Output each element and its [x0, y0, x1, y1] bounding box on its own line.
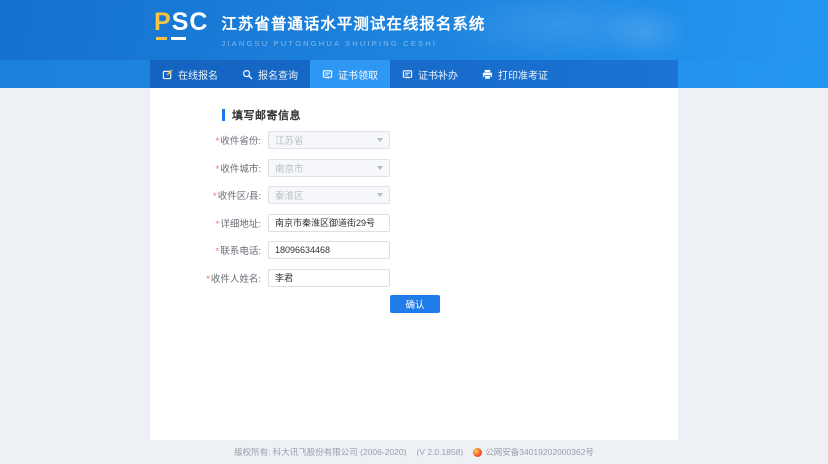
tab-label: 证书领取 — [338, 67, 378, 82]
field-label: *收件人姓名: — [150, 271, 268, 285]
header: PSC 江苏省普通话水平测试在线报名系统 JIANGSU PUTONGHUA S… — [0, 0, 828, 60]
search-icon — [242, 69, 253, 80]
psc-logo: PSC — [154, 9, 208, 40]
field-label: *收件区/县: — [150, 188, 268, 202]
chevron-down-icon — [377, 138, 383, 142]
district-select-value: 秦淮区 — [275, 188, 304, 202]
required-asterisk: * — [213, 191, 217, 202]
required-asterisk: * — [216, 246, 220, 257]
certificate-icon — [322, 69, 333, 80]
field-label: *收件省份: — [150, 133, 268, 147]
world-map-decoration-2 — [600, 5, 690, 60]
tab-certificate-reissue[interactable]: 证书补办 — [390, 60, 470, 88]
field-label: *收件城市: — [150, 161, 268, 175]
nav-band: 在线报名 报名查询 证 — [150, 60, 678, 88]
version-text: (V 2.0.1858) — [416, 447, 463, 457]
tab-certificate-collection[interactable]: 证书领取 — [310, 60, 390, 88]
content-card: 填写邮寄信息 *收件省份: 江苏省 *收件城市: 南京市 *收件区/县: — [150, 88, 678, 440]
required-asterisk: * — [216, 164, 220, 175]
required-asterisk: * — [216, 136, 220, 147]
printer-icon — [482, 69, 493, 80]
brand: PSC 江苏省普通话水平测试在线报名系统 JIANGSU PUTONGHUA S… — [154, 9, 485, 48]
public-security-badge-icon — [473, 448, 482, 457]
form-row-phone: *联系电话: — [150, 241, 678, 259]
edit-icon — [162, 69, 173, 80]
required-asterisk: * — [206, 274, 210, 285]
tab-online-registration[interactable]: 在线报名 — [150, 60, 230, 88]
beian-link[interactable]: 公网安备34019202000362号 — [473, 446, 594, 458]
contact-phone-input[interactable] — [268, 241, 390, 259]
logo-text: PSC — [154, 9, 208, 35]
tab-label: 报名查询 — [258, 67, 298, 82]
tab-label: 打印准考证 — [498, 67, 548, 82]
field-label: *详细地址: — [150, 216, 268, 230]
form-row-recipient-name: *收件人姓名: — [150, 269, 678, 287]
app-window: PSC 江苏省普通话水平测试在线报名系统 JIANGSU PUTONGHUA S… — [0, 0, 828, 464]
logo-letters-sc: SC — [172, 8, 209, 36]
form-row-province: *收件省份: 江苏省 — [150, 131, 678, 149]
form-row-district: *收件区/县: 秦淮区 — [150, 186, 678, 204]
certificate-reissue-icon — [402, 69, 413, 80]
form-row-city: *收件城市: 南京市 — [150, 159, 678, 177]
tab-label: 在线报名 — [178, 67, 218, 82]
footer: 版权所有: 科大讯飞股份有限公司 (2006-2020) (V 2.0.1858… — [0, 440, 828, 464]
recipient-name-input[interactable] — [268, 269, 390, 287]
section-accent-bar — [222, 109, 225, 121]
logo-letter-p: P — [154, 8, 172, 36]
chevron-down-icon — [377, 193, 383, 197]
site-subtitle: JIANGSU PUTONGHUA SHUIPING CESHI — [221, 39, 485, 48]
section-header: 填写邮寄信息 — [222, 107, 301, 123]
site-title: 江苏省普通话水平测试在线报名系统 — [221, 12, 485, 34]
logo-underline-white — [171, 37, 186, 40]
city-select-value: 南京市 — [275, 161, 304, 175]
logo-underline-yellow — [156, 37, 167, 40]
section-title: 填写邮寄信息 — [232, 107, 301, 123]
district-select[interactable]: 秦淮区 — [268, 186, 390, 204]
logo-underline — [156, 37, 208, 40]
mailing-info-form: *收件省份: 江苏省 *收件城市: 南京市 *收件区/县: 秦淮区 — [150, 131, 678, 296]
tab-registration-query[interactable]: 报名查询 — [230, 60, 310, 88]
province-select[interactable]: 江苏省 — [268, 131, 390, 149]
tab-label: 证书补办 — [418, 67, 458, 82]
chevron-down-icon — [377, 166, 383, 170]
tab-print-admission-ticket[interactable]: 打印准考证 — [470, 60, 560, 88]
required-asterisk: * — [216, 219, 220, 230]
beian-text: 公网安备34019202000362号 — [485, 446, 594, 458]
confirm-button[interactable]: 确认 — [390, 295, 440, 313]
field-label: *联系电话: — [150, 243, 268, 257]
city-select[interactable]: 南京市 — [268, 159, 390, 177]
site-titles: 江苏省普通话水平测试在线报名系统 JIANGSU PUTONGHUA SHUIP… — [221, 9, 485, 48]
province-select-value: 江苏省 — [275, 133, 304, 147]
form-row-address: *详细地址: — [150, 214, 678, 232]
detailed-address-input[interactable] — [268, 214, 390, 232]
copyright-text: 版权所有: 科大讯飞股份有限公司 (2006-2020) — [234, 446, 406, 458]
nav-row: 在线报名 报名查询 证 — [0, 60, 828, 88]
